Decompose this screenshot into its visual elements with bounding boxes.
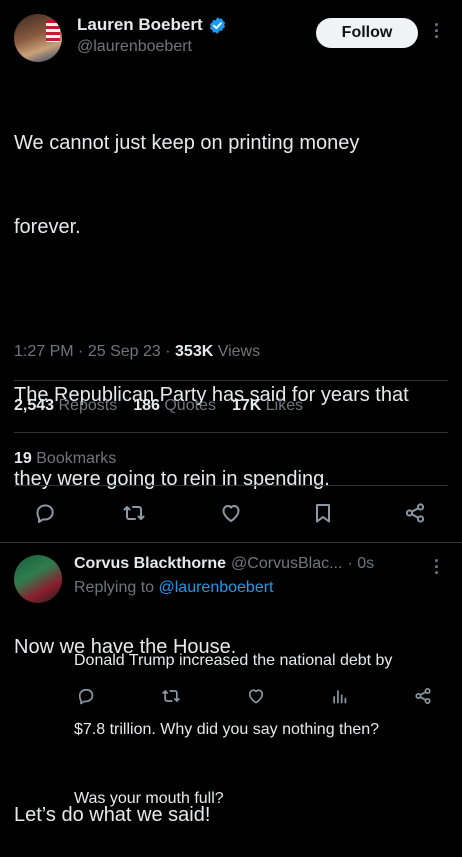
follow-button[interactable]: Follow xyxy=(316,18,418,48)
author-handle[interactable]: @laurenboebert xyxy=(77,38,192,56)
reply-text: Donald Trump increased the national debt… xyxy=(74,603,454,833)
reply-avatar[interactable] xyxy=(14,555,62,603)
more-icon[interactable]: · · · xyxy=(430,16,444,46)
share-icon[interactable] xyxy=(413,686,433,706)
repost-icon[interactable] xyxy=(161,686,181,706)
author-name-row[interactable]: Lauren Boebert xyxy=(77,14,227,36)
reply-icon[interactable] xyxy=(76,686,96,706)
divider xyxy=(14,380,448,381)
reply-age: · 0s xyxy=(347,555,375,572)
like-icon[interactable] xyxy=(246,686,266,706)
action-bar xyxy=(0,496,462,530)
reply-author-name[interactable]: Corvus Blackthorne xyxy=(74,555,226,573)
replying-handle-link[interactable]: @laurenboebert xyxy=(159,579,274,596)
analytics-icon[interactable] xyxy=(330,686,350,706)
quotes-stat[interactable]: 186 Quotes xyxy=(133,397,216,415)
author-name[interactable]: Lauren Boebert xyxy=(77,15,203,35)
views-label: Views xyxy=(217,343,261,360)
tweet-line: forever. xyxy=(14,216,81,238)
tweet-line: We cannot just keep on printing money xyxy=(14,132,360,154)
divider xyxy=(14,485,448,486)
reply-line: Donald Trump increased the national debt… xyxy=(74,652,393,669)
reply-author-handle[interactable]: @CorvusBlac... xyxy=(231,555,342,573)
divider xyxy=(0,542,462,543)
replying-to: Replying to @laurenboebert xyxy=(74,579,273,597)
reply-header: Corvus Blackthorne @CorvusBlac... · 0s xyxy=(74,555,374,573)
reply-line: $7.8 trillion. Why did you say nothing t… xyxy=(74,721,380,738)
share-icon[interactable] xyxy=(403,501,427,525)
flag-image xyxy=(46,20,60,42)
repost-icon[interactable] xyxy=(122,501,146,525)
author-avatar[interactable] xyxy=(14,14,62,62)
tweet-meta: 1:27 PM · 25 Sep 23 · 353K Views xyxy=(14,343,261,360)
verified-badge-icon xyxy=(209,16,225,34)
tweet-line: they were going to rein in spending. xyxy=(14,468,330,490)
likes-stat[interactable]: 17K Likes xyxy=(232,397,303,415)
reply-more-icon[interactable]: · · · xyxy=(430,552,444,582)
reply-action-bar xyxy=(0,684,462,712)
divider xyxy=(14,432,448,433)
tweet-date[interactable]: 25 Sep 23 xyxy=(88,343,161,360)
reposts-stat[interactable]: 2,543 Reposts xyxy=(14,397,117,415)
like-icon[interactable] xyxy=(219,501,243,525)
reply-icon[interactable] xyxy=(33,501,57,525)
views-count: 353K xyxy=(175,343,214,360)
tweet-time[interactable]: 1:27 PM xyxy=(14,343,74,360)
replying-prefix: Replying to xyxy=(74,579,155,596)
bookmarks-stat[interactable]: 19 Bookmarks xyxy=(14,450,116,468)
bookmark-icon[interactable] xyxy=(311,501,335,525)
reply-line: Was your mouth full? xyxy=(74,790,224,807)
engagement-stats: 2,543 Reposts 186 Quotes 17K Likes xyxy=(14,397,303,415)
